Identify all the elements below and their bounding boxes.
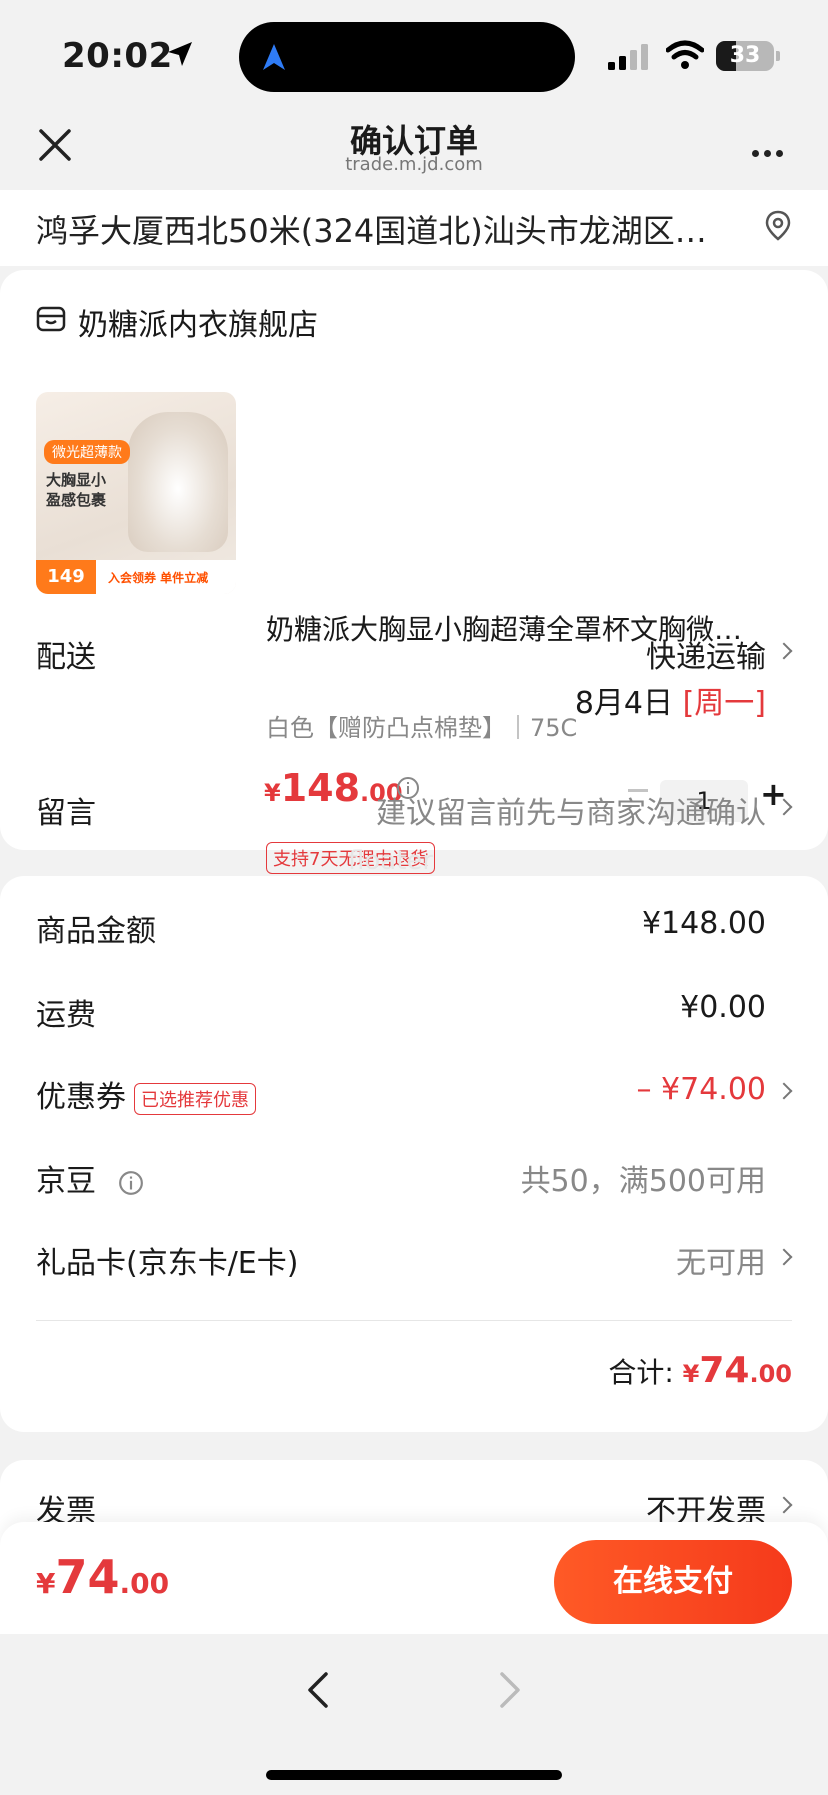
home-indicator (266, 1770, 562, 1780)
shipping-value: ¥0.00 (680, 990, 766, 1025)
thumb-line1: 大胸显小 (46, 471, 107, 489)
chevron-right-icon[interactable] (775, 1248, 793, 1266)
back-icon[interactable] (306, 1670, 330, 1710)
coupon-value[interactable]: – ¥74.00 (636, 1072, 766, 1107)
thumb-tag: 微光超薄款 (44, 440, 130, 464)
giftcard-label: 礼品卡(京东卡/E卡) (36, 1246, 299, 1281)
beans-label: 京豆 (36, 1164, 96, 1199)
delivery-date[interactable]: 8月4日 [周一] (575, 678, 766, 722)
browser-toolbar (0, 1634, 828, 1795)
thumb-promo: 入会领券 单件立减 (108, 571, 209, 585)
battery-icon: 33 (716, 41, 774, 71)
page-domain: trade.m.jd.com (345, 154, 483, 175)
forward-icon[interactable] (498, 1670, 522, 1710)
delivery-label: 配送 (36, 640, 96, 675)
location-pin-icon (765, 210, 791, 241)
status-bar: 20:02 33 (0, 0, 828, 110)
delivery-address[interactable]: 鸿孚大厦西北50米(324国道北)汕头市龙湖区… (0, 190, 828, 266)
navigation-icon (263, 44, 285, 70)
coupon-row[interactable]: 优惠券 已选推荐优惠 (36, 1072, 256, 1116)
message-label: 留言 (36, 796, 96, 831)
product-image[interactable]: 微光超薄款 大胸显小盈感包裹 149 入会领券 单件立减 (36, 392, 236, 594)
delivery-weekday: [周一] (682, 686, 766, 721)
more-options-icon[interactable] (752, 142, 788, 161)
status-time: 20:02 (62, 36, 173, 76)
goods-amount-label: 商品金额 (36, 914, 156, 949)
chevron-right-icon[interactable] (775, 1496, 793, 1514)
address-text: 鸿孚大厦西北50米(324国道北)汕头市龙湖区… (36, 212, 707, 250)
beans-info-icon[interactable] (118, 1170, 144, 1196)
coupon-tag: 已选推荐优惠 (134, 1082, 256, 1115)
thumb-line2: 盈感包裹 (46, 491, 107, 509)
dynamic-island (239, 22, 575, 92)
store-icon (36, 306, 66, 332)
order-total: 合计: ¥74.00 (608, 1350, 792, 1391)
beans-value: 共50，满500可用 (520, 1164, 766, 1199)
divider (36, 1320, 792, 1321)
price-summary-card: 商品金额 ¥148.00 运费 ¥0.00 优惠券 已选推荐优惠 – ¥74.00… (0, 876, 828, 1432)
battery-level: 33 (729, 43, 761, 68)
watermark: floater (348, 846, 434, 876)
pay-online-button[interactable]: 在线支付 (554, 1540, 792, 1624)
chevron-right-icon[interactable] (775, 1082, 793, 1100)
product-spec[interactable]: 白色【赠防凸点棉垫】｜75C (266, 708, 577, 743)
beans-row: 京豆 (36, 1156, 144, 1200)
goods-amount-value: ¥148.00 (641, 906, 766, 941)
shipping-label: 运费 (36, 998, 96, 1033)
payment-bar: ¥74.00 在线支付 (0, 1522, 828, 1634)
coupon-label: 优惠券 (36, 1080, 126, 1115)
wifi-icon (666, 40, 704, 69)
giftcard-value[interactable]: 无可用 (676, 1238, 766, 1282)
order-card: 奶糖派内衣旗舰店 微光超薄款 大胸显小 盈感包裹 149 入会领券 单件立减 奶糖… (0, 270, 828, 874)
pay-amount: ¥74.00 (36, 1550, 170, 1604)
delivery-method[interactable]: 快递运输 (646, 632, 766, 676)
store-name[interactable]: 奶糖派内衣旗舰店 (78, 300, 318, 344)
thumb-price: 149 (36, 560, 96, 594)
message-input[interactable]: 建议留言前先与商家沟通确认 (376, 788, 766, 832)
location-arrow-icon (168, 42, 192, 66)
cellular-signal-icon (608, 44, 648, 70)
